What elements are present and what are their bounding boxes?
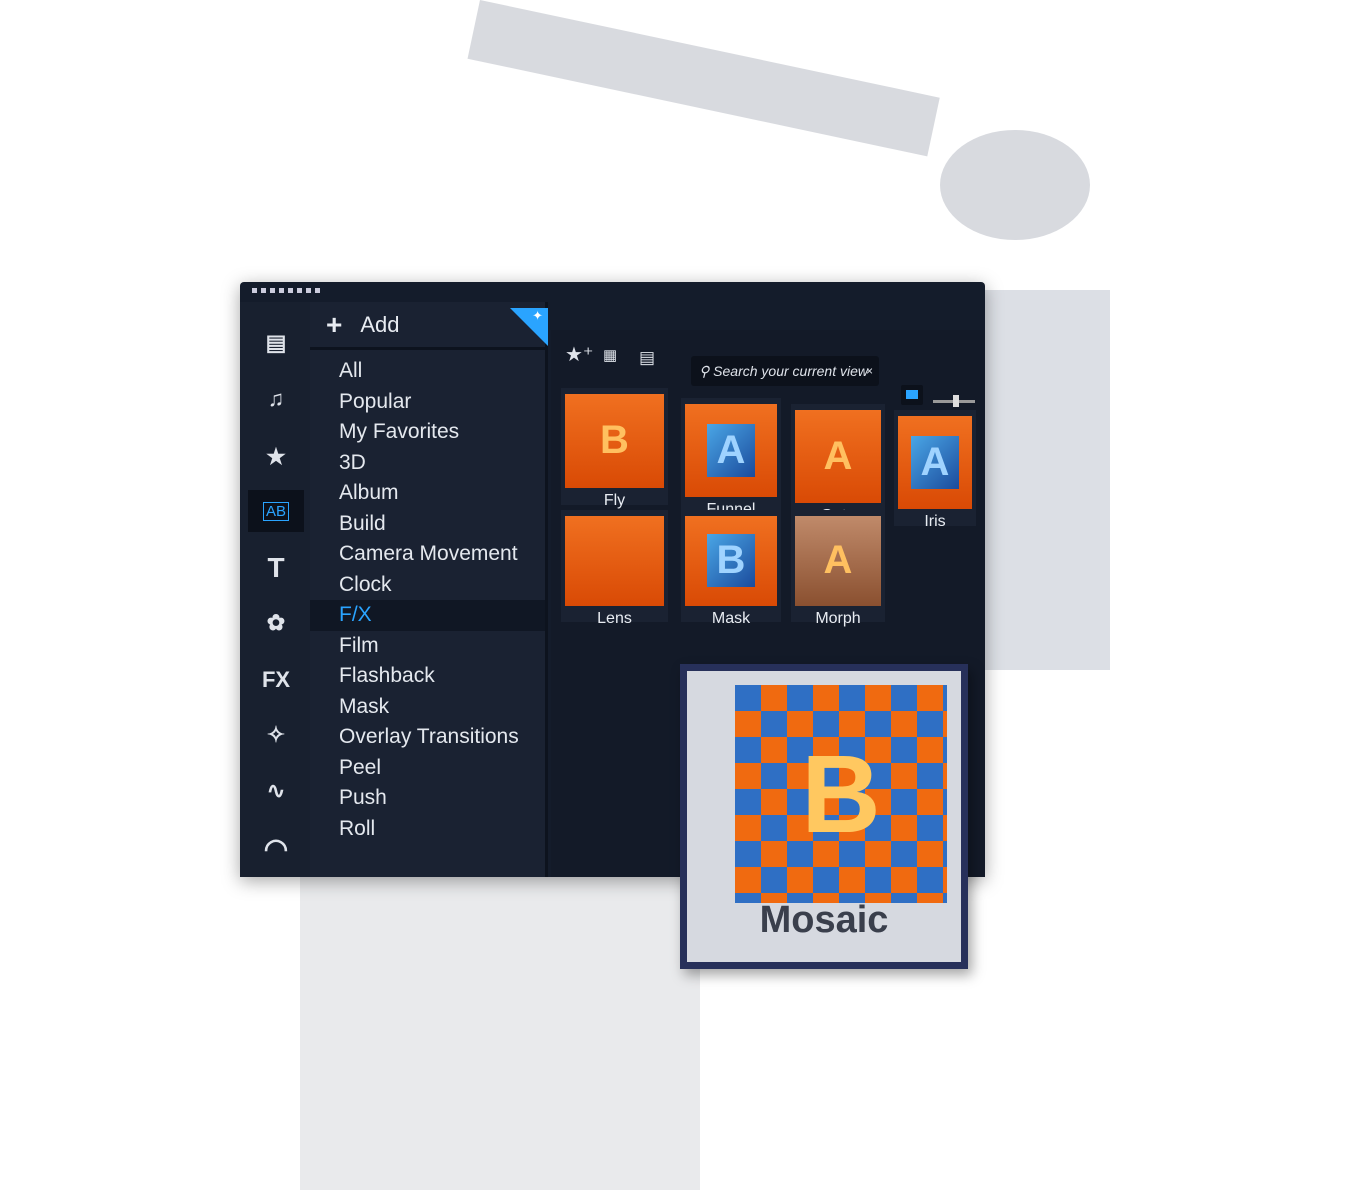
featured-mosaic-tile[interactable]: B Mosaic [680,664,968,969]
transition-icon[interactable]: AB [248,490,304,532]
mosaic-thumbnail: B [735,685,947,903]
slider-handle[interactable] [953,395,959,407]
mosaic-label: Mosaic [759,899,889,941]
hoop-decoration [940,130,1090,240]
thumbnail-view-icon [906,390,918,399]
title-icon[interactable]: T [248,547,304,589]
transition-tile[interactable]: AFunnel [681,398,781,518]
pin-icon[interactable]: ✦ [532,308,543,324]
filter-icon[interactable]: FX [248,659,304,701]
category-item[interactable]: Build [310,509,545,540]
plus-icon: + [326,308,343,340]
transition-thumbnail [565,516,664,606]
thumbnail-letter: A [823,538,853,583]
transition-thumbnail: A [795,410,881,503]
tile-label: Mask [711,609,751,627]
category-item[interactable]: Film [310,631,545,662]
transition-thumbnail: A [898,416,972,509]
tile-label: Iris [924,512,946,530]
transition-tile[interactable]: A Morph [791,510,885,627]
search-icon: ⚲ [699,363,714,379]
category-item[interactable]: Camera Movement [310,539,545,570]
thumbnail-letter: B [600,418,629,463]
transition-thumbnail: B [685,516,777,606]
transition-tile[interactable]: A Iris [894,410,976,530]
media-icon[interactable]: ▤ [248,322,304,364]
tile-label: Lens [597,609,632,627]
instant-project-icon[interactable]: ★ [248,436,304,478]
ab-options-icon[interactable]: ▦ [603,346,617,364]
add-button[interactable]: + Add ✦ [310,302,548,350]
audio-icon[interactable]: ♫ [248,378,304,420]
graphics-icon[interactable]: ✿ [248,602,304,644]
category-item[interactable]: Peel [310,753,545,784]
category-item[interactable]: Clock [310,570,545,601]
path-icon[interactable]: ∿ [248,770,304,812]
category-item[interactable]: Push [310,783,545,814]
tile-label: Morph [815,609,861,627]
view-toggle-button[interactable] [901,385,923,405]
sidebar: ▤ ♫ ★ AB T ✿ FX ✧ ∿ ◠ [240,302,310,877]
category-item[interactable]: Flashback [310,661,545,692]
category-item[interactable]: 3D [310,448,545,479]
speed-icon[interactable]: ◠ [248,827,304,869]
transition-thumbnail: A [795,516,881,606]
magic-wand-icon[interactable]: ✧ [248,714,304,756]
search-input[interactable]: ⚲ Search your current view × [691,356,879,386]
transition-tile[interactable]: AGate [791,404,885,524]
thumbnail-size-slider[interactable] [933,395,975,407]
grip-handle[interactable] [252,288,322,293]
category-item[interactable]: F/X [310,600,545,631]
category-item[interactable]: Overlay Transitions [310,722,545,753]
thumbnail-letter: A [823,433,853,478]
category-list: + Add ✦ All Popular My Favorites 3D Album Bui… [310,302,548,877]
tile-label: Fly [603,491,626,509]
thumbnail-letter: B [706,534,756,588]
transition-thumbnail: A [685,404,777,497]
category-item[interactable]: Roll [310,814,545,845]
transition-tile[interactable]: B Mask [681,510,781,627]
category-item[interactable]: All [310,356,545,387]
thumbnail-letter: A [910,435,960,489]
category-item[interactable]: Mask [310,692,545,723]
transition-thumbnail: B [565,394,664,488]
thumbnail-letter: A [706,423,756,477]
city-reflection-decoration [300,870,700,1190]
category-item[interactable]: My Favorites [310,417,545,448]
transition-tile[interactable]: B Fly [561,388,668,509]
clear-search-icon[interactable]: × [866,356,873,386]
add-favorite-icon[interactable]: ★⁺ [565,342,594,367]
category-item[interactable]: Popular [310,387,545,418]
library-icon[interactable]: ▤ [639,348,655,368]
hoop-backboard-decoration [467,0,940,157]
transition-tile[interactable]: Lens [561,510,668,627]
category-item[interactable]: Album [310,478,545,509]
